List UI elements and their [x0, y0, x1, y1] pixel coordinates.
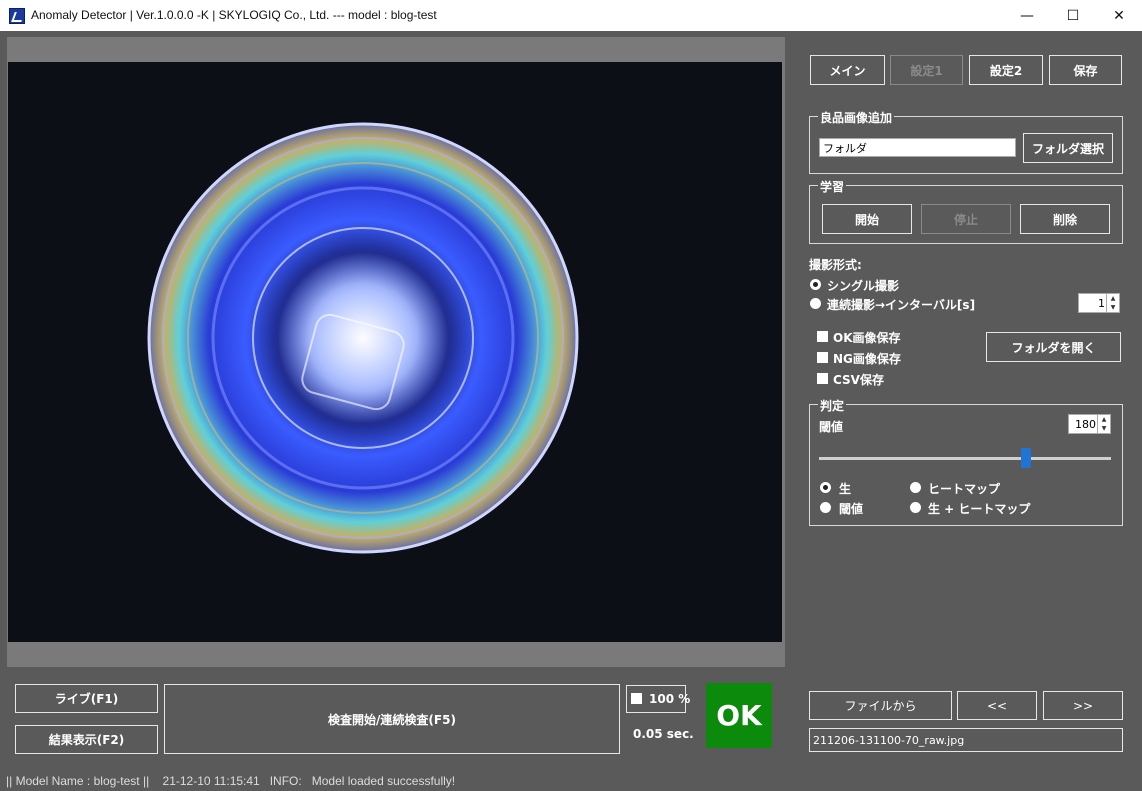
csv-save-checkbox[interactable] — [817, 373, 828, 384]
continuous-capture-radio[interactable] — [810, 298, 821, 309]
good-image-add-group: 良品画像追加 フォルダ フォルダ選択 — [809, 109, 1123, 174]
settings2-button[interactable]: 設定2 — [969, 55, 1043, 85]
stepper-arrows-icon[interactable]: ▲ ▼ — [1097, 415, 1110, 433]
maximize-button[interactable]: ☐ — [1050, 0, 1096, 31]
live-button[interactable]: ライブ(F1) — [15, 684, 158, 713]
ng-save-label: NG画像保存 — [833, 352, 901, 366]
main-button[interactable]: メイン — [810, 55, 885, 85]
view-heatmap-label: ヒートマップ — [928, 482, 1001, 496]
learning-delete-button[interactable]: 削除 — [1020, 204, 1110, 234]
view-raw-label: 生 — [839, 482, 852, 496]
settings1-button[interactable]: 設定1 — [890, 55, 963, 85]
learning-title: 学習 — [818, 178, 847, 195]
from-file-button[interactable]: ファイルから — [809, 691, 952, 720]
save-button[interactable]: 保存 — [1049, 55, 1122, 85]
ok-save-checkbox[interactable] — [817, 331, 828, 342]
learning-group: 学習 開始 停止 削除 — [809, 178, 1123, 244]
previous-button[interactable]: << — [957, 691, 1037, 720]
threshold-stepper[interactable]: 180 ▲ ▼ — [1068, 414, 1111, 434]
threshold-slider-thumb[interactable] — [1021, 448, 1032, 468]
view-raw-radio[interactable] — [820, 482, 831, 493]
zoom-checkbox[interactable] — [631, 693, 642, 704]
capture-mode-title: 撮影形式: — [809, 258, 862, 272]
filename-field[interactable]: 211206-131100-70_raw.jpg — [809, 728, 1123, 752]
single-capture-label: シングル撮影 — [827, 279, 900, 293]
judgement-group: 判定 閾値 180 ▲ ▼ 生 ヒートマップ 閾値 生 + ヒートマップ — [809, 397, 1123, 526]
minimize-button[interactable]: — — [1004, 0, 1050, 31]
open-folder-button[interactable]: フォルダを開く — [986, 332, 1121, 362]
threshold-slider-track[interactable] — [819, 457, 1111, 460]
judgement-title: 判定 — [818, 397, 847, 414]
csv-save-label: CSV保存 — [833, 373, 884, 387]
result-display-button[interactable]: 結果表示(F2) — [15, 725, 158, 754]
interval-value: 1 — [1098, 296, 1105, 310]
close-button[interactable]: ✕ — [1096, 0, 1142, 31]
single-capture-radio[interactable] — [810, 279, 821, 290]
app-logo-icon — [9, 8, 25, 24]
zoom-toggle[interactable]: 100 % — [626, 685, 690, 713]
status-bar: || Model Name : blog-test || 21-12-10 11… — [0, 771, 1142, 791]
ok-save-label: OK画像保存 — [833, 331, 901, 345]
bottle-bottom-image — [147, 122, 579, 554]
status-text: || Model Name : blog-test || 21-12-10 11… — [6, 774, 456, 788]
title-bar: Anomaly Detector | Ver.1.0.0.0 -K | SKYL… — [0, 0, 1142, 31]
result-badge: OK — [706, 683, 772, 748]
view-threshold-label: 閾値 — [839, 502, 864, 516]
view-threshold-radio[interactable] — [820, 502, 831, 513]
stepper-arrows-icon[interactable]: ▲ ▼ — [1106, 294, 1119, 312]
learning-stop-button[interactable]: 停止 — [921, 204, 1011, 234]
ng-save-checkbox[interactable] — [817, 352, 828, 363]
processing-time: 0.05 sec. — [633, 727, 694, 741]
threshold-label: 閾値 — [819, 420, 844, 434]
threshold-value: 180 — [1075, 417, 1096, 431]
camera-image — [8, 62, 782, 642]
view-heatmap-radio[interactable] — [910, 482, 921, 493]
good-image-add-title: 良品画像追加 — [818, 109, 895, 126]
view-raw-heatmap-radio[interactable] — [910, 502, 921, 513]
interval-stepper[interactable]: 1 ▲ ▼ — [1078, 293, 1120, 313]
view-raw-heatmap-label: 生 + ヒートマップ — [928, 502, 1031, 516]
learning-start-button[interactable]: 開始 — [822, 204, 912, 234]
select-folder-button[interactable]: フォルダ選択 — [1023, 133, 1113, 163]
window-title: Anomaly Detector | Ver.1.0.0.0 -K | SKYL… — [31, 8, 437, 22]
folder-input[interactable]: フォルダ — [819, 138, 1016, 157]
zoom-label: 100 % — [649, 692, 691, 706]
continuous-capture-label: 連続撮影→インターバル[s] — [827, 298, 976, 312]
next-button[interactable]: >> — [1043, 691, 1123, 720]
inspect-start-button[interactable]: 検査開始/連続検査(F5) — [164, 684, 620, 754]
